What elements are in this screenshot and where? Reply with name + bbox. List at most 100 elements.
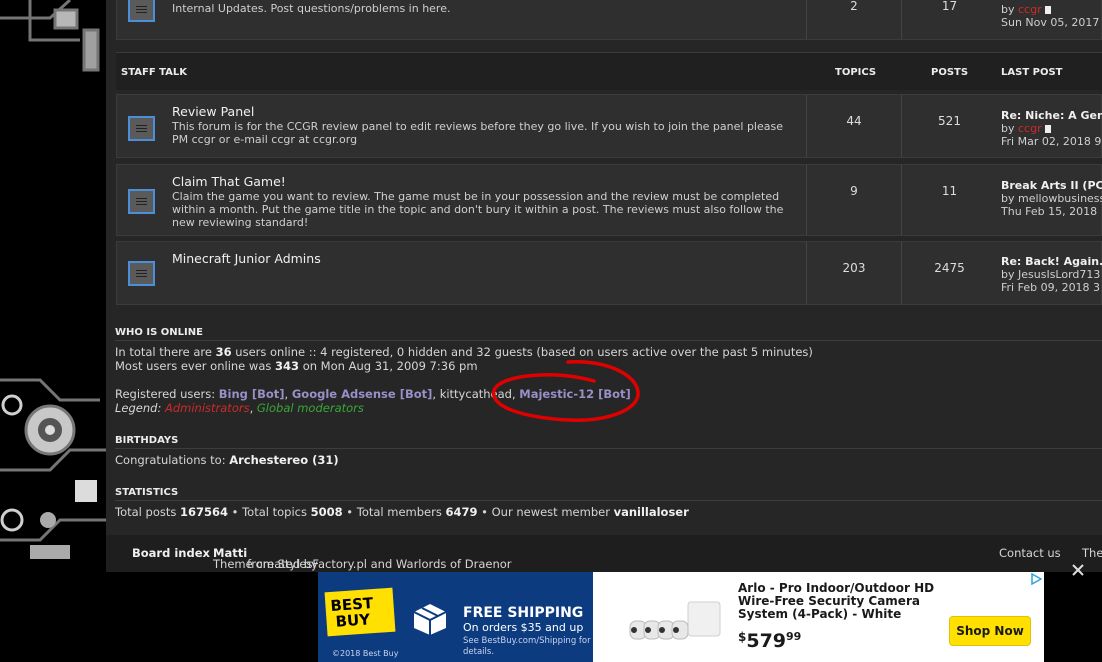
logo-line-2: BUY [334,610,371,631]
topics-count: 2 [850,0,858,13]
best-buy-ad[interactable]: BEST BUY ©2018 Best Buy FREE SHIPPING On… [318,572,1044,662]
ad-shipping-panel: BEST BUY ©2018 Best Buy FREE SHIPPING On… [318,572,593,662]
registered-users: Registered users: Bing [Bot], Google Ads… [115,387,631,401]
forum-content: Internal Updates. Post questions/problem… [106,0,1102,572]
total-members-label: • Total members [342,505,446,519]
last-post-date: Fri Mar 02, 2018 9 [1001,135,1102,148]
theme-credit: Theme created by Matti from StylesFactor… [213,546,512,571]
total-topics: 5008 [310,505,343,519]
online-count: 36 [215,345,232,359]
forum-row-claim-that-game[interactable]: Claim That Game! Claim the game you want… [116,164,1102,236]
birthdays-heading: BIRTHDAYS [115,435,179,446]
last-post-author[interactable]: JesusIsLord713 [1018,268,1100,281]
the-team-link[interactable]: The [1082,546,1102,560]
last-post-author[interactable]: mellowbusiness [1018,192,1102,205]
adchoices-icon[interactable] [1030,573,1042,585]
separator: , [284,387,292,401]
posts-count-cell: 11 [901,165,997,235]
online-total-text: In total there are [115,345,216,359]
who-is-online-heading[interactable]: WHO IS ONLINE [115,327,203,338]
forum-description: Claim the game you want to review. The g… [172,190,784,229]
legend: Legend: Administrators, Global moderator… [115,401,364,415]
best-buy-logo: BEST BUY [324,587,396,637]
forum-title[interactable]: Minecraft Junior Admins [172,251,321,266]
product-title[interactable]: Arlo - Pro Indoor/Outdoor HD Wire-Free S… [738,582,938,621]
legend-global-moderators[interactable]: Global moderators [257,401,364,415]
total-members: 6479 [445,505,478,519]
registered-users-label: Registered users: [115,387,219,401]
last-post-author[interactable]: ccgr [1018,122,1042,135]
forum-description: Internal Updates. Post questions/problem… [172,2,451,15]
close-icon[interactable] [1070,562,1086,578]
view-latest-post-icon[interactable] [1044,6,1051,14]
newest-member[interactable]: vanillaloser [614,505,689,519]
user-link[interactable]: kittycathead [440,387,512,401]
total-topics-label: • Total topics [228,505,311,519]
last-post-date: Fri Feb 09, 2018 3 [1001,281,1101,294]
forum-icon [128,0,155,22]
posts-count-cell: 2475 [901,242,997,304]
topics-count-cell: 2 [806,0,901,39]
user-link[interactable]: Majestic-12 [Bot] [519,387,631,401]
forum-title[interactable]: Review Panel [172,104,254,119]
divider [115,448,1102,449]
statistics-heading: STATISTICS [115,487,179,498]
last-post-date: Sun Nov 05, 2017 [1001,16,1100,29]
birthday-user[interactable]: Archestereo (31) [229,453,338,467]
forum-row-minecraft-junior-admins[interactable]: Minecraft Junior Admins 203 2475 Re: Bac… [116,241,1102,305]
board-index-link[interactable]: Board index [132,546,210,560]
total-posts-label: Total posts [115,505,180,519]
shop-now-button[interactable]: Shop Now [949,616,1031,646]
online-total: In total there are 36 users online :: 4 … [115,345,813,359]
posts-count: 17 [941,0,958,13]
category-title[interactable]: STAFF TALK [121,67,187,78]
background-art [0,0,106,580]
last-post: Re: Back! Again. by JesusIsLord713 Fri F… [1001,255,1102,294]
newest-member-label: • Our newest member [477,505,614,519]
ad-copyright: ©2018 Best Buy [332,649,399,658]
free-shipping-heading: FREE SHIPPING [463,605,584,621]
legend-administrators[interactable]: Administrators [165,401,250,415]
total-posts: 167564 [180,505,229,519]
topics-count: 9 [850,184,858,198]
last-post-title[interactable]: Break Arts II (PC [1001,179,1102,192]
user-link[interactable]: Google Adsense [Bot] [292,387,433,401]
forum-icon [128,116,155,141]
last-post: by ccgr Sun Nov 05, 2017 [1001,3,1102,29]
last-post-date: Thu Feb 15, 2018 [1001,205,1098,218]
legend-label: Legend: [115,401,165,415]
forum-title[interactable]: Claim That Game! [172,174,286,189]
price-whole: 579 [746,630,787,652]
online-record-date: on Mon Aug 31, 2009 7:36 pm [299,359,478,373]
last-post-author[interactable]: ccgr [1018,3,1042,16]
divider [115,340,1102,341]
by-label: by [1001,192,1015,205]
forum-row-internal-updates[interactable]: Internal Updates. Post questions/problem… [116,0,1102,40]
last-post-title[interactable]: Re: Back! Again. [1001,255,1102,268]
contact-us-link[interactable]: Contact us [999,546,1061,560]
forum-icon [128,261,155,286]
theme-credit-rest: from StylesFactory.pl and Warlords of Dr… [247,557,512,571]
by-label: by [1001,3,1015,16]
column-topics: TOPICS [835,67,877,78]
by-label: by [1001,122,1015,135]
view-latest-post-icon[interactable] [1044,125,1051,133]
online-record: Most users ever online was 343 on Mon Au… [115,359,478,373]
posts-count: 521 [938,114,961,128]
birthdays-label: Congratulations to: [115,453,230,467]
topics-count-cell: 203 [806,242,901,304]
shipping-box-icon [413,604,447,635]
posts-count: 2475 [934,261,965,275]
user-link[interactable]: Bing [Bot] [219,387,285,401]
topics-count: 203 [842,261,866,275]
forum-row-review-panel[interactable]: Review Panel This forum is for the CCGR … [116,94,1102,158]
last-post: Re: Niche: A Gen by ccgr Fri Mar 02, 201… [1001,109,1102,148]
column-posts: POSTS [931,67,969,78]
posts-count: 11 [941,184,958,198]
category-header: STAFF TALK TOPICS POSTS LAST POST [116,52,1102,90]
free-shipping-sub: On orders $35 and up [463,621,584,634]
posts-count-cell: 17 [901,0,997,39]
online-record-text: Most users ever online was [115,359,276,373]
statistics-text: Total posts 167564 • Total topics 5008 •… [115,505,689,519]
last-post-title[interactable]: Re: Niche: A Gen [1001,109,1102,122]
